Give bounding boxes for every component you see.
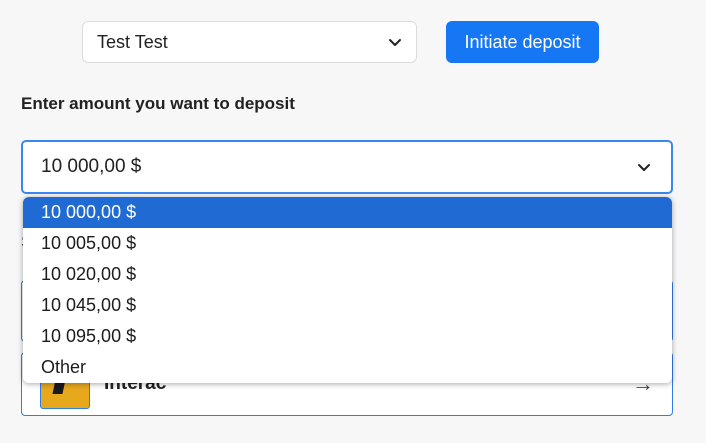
account-select-value: Test Test (97, 31, 168, 52)
amount-option[interactable]: 10 045,00 $ (23, 290, 672, 321)
amount-dropdown: 10 000,00 $ 10 005,00 $ 10 020,00 $ 10 0… (23, 197, 672, 383)
chevron-down-icon (389, 39, 401, 46)
amount-option[interactable]: 10 000,00 $ (23, 197, 672, 228)
amount-option[interactable]: 10 005,00 $ (23, 228, 672, 259)
chevron-down-icon (638, 164, 650, 171)
amount-option[interactable]: 10 095,00 $ (23, 321, 672, 352)
amount-select[interactable]: 10 000,00 $ (21, 140, 673, 194)
initiate-deposit-button[interactable]: Initiate deposit (446, 21, 599, 63)
amount-option-other[interactable]: Other (23, 352, 672, 383)
amount-label: Enter amount you want to deposit (21, 94, 295, 113)
amount-option[interactable]: 10 020,00 $ (23, 259, 672, 290)
amount-select-value: 10 000,00 $ (41, 156, 142, 177)
account-select[interactable]: Test Test (82, 21, 417, 63)
